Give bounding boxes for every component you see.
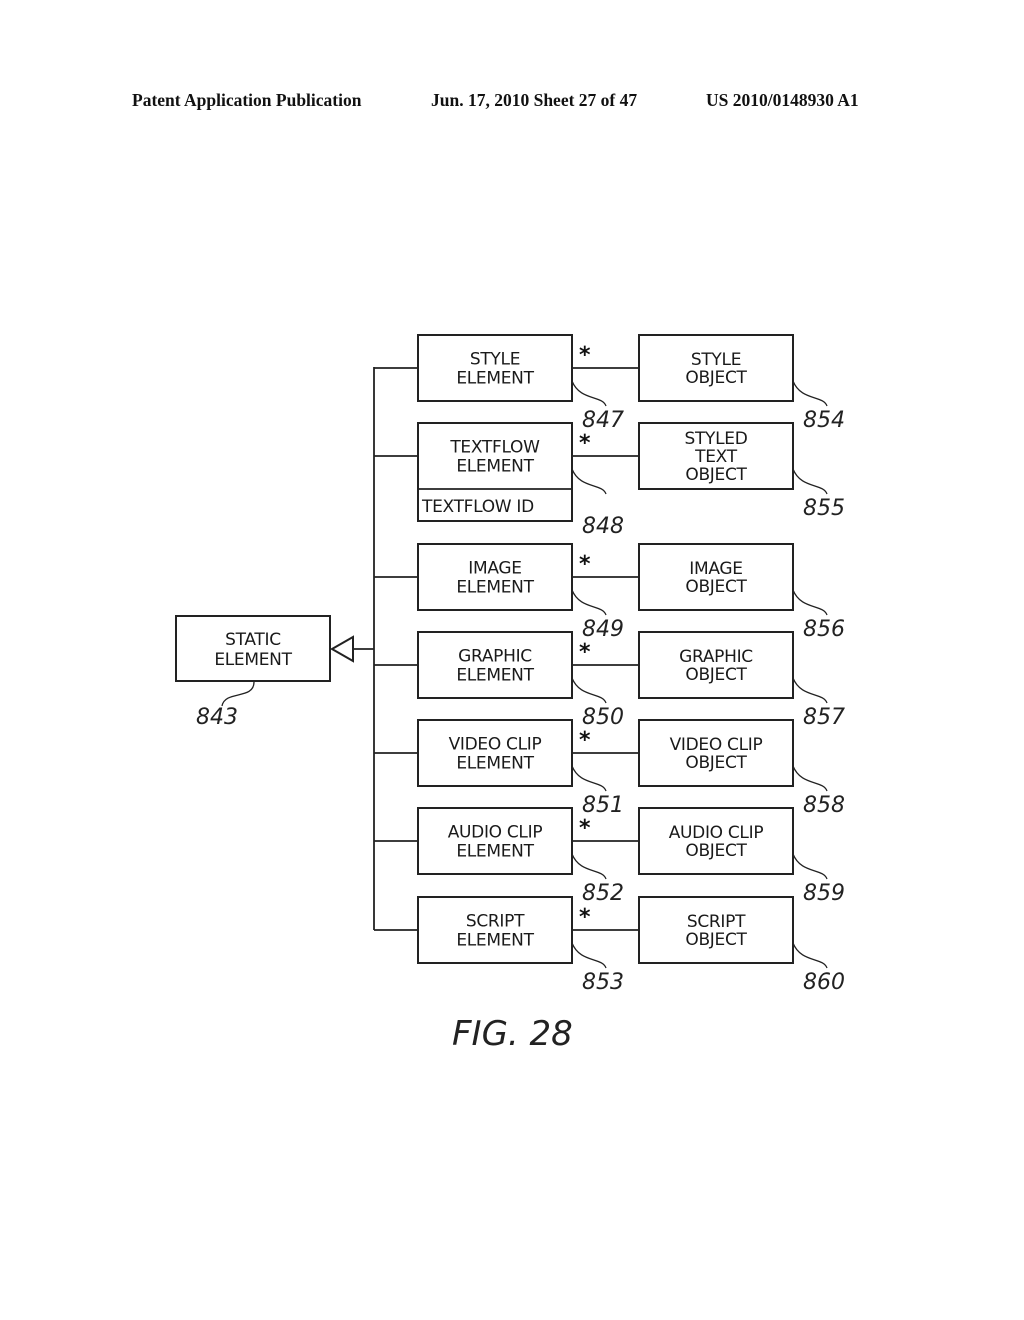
- ref-leader: [571, 853, 607, 880]
- element-label-line: ELEMENT: [456, 457, 534, 477]
- ref-leader: [792, 380, 828, 407]
- element-label-line: ELEMENT: [456, 666, 534, 686]
- object-ref-number: 857: [803, 705, 845, 730]
- object-ref-number: 855: [803, 496, 845, 521]
- static-element-label-line-1: STATIC: [225, 630, 281, 650]
- object-ref-number: 858: [803, 793, 845, 818]
- ref-leader: [571, 765, 607, 792]
- element-label-line: GRAPHIC: [458, 647, 532, 667]
- ref-leader: [792, 589, 828, 616]
- static-element-label-line-2: ELEMENT: [214, 650, 292, 670]
- ref-leader: [571, 589, 607, 616]
- multiplicity-marker: *: [579, 905, 591, 930]
- object-label-line: VIDEO CLIP: [670, 735, 763, 755]
- object-label-line: OBJECT: [685, 753, 747, 773]
- object-ref-number: 860: [803, 970, 845, 995]
- multiplicity-marker: *: [579, 552, 591, 577]
- row-1: TEXTFLOW ID TEXTFLOWELEMENT * STYLEDTEXTOBJ…: [374, 422, 845, 539]
- element-label-line: ELEMENT: [456, 931, 534, 951]
- element-ref-number: 852: [582, 881, 624, 906]
- ref-leader: [571, 468, 607, 495]
- object-label-line: OBJECT: [685, 577, 747, 597]
- ref-leader: [792, 677, 828, 704]
- element-label-line: AUDIO CLIP: [448, 823, 543, 843]
- element-label-line: ELEMENT: [456, 842, 534, 862]
- row-2: IMAGEELEMENT* IMAGEOBJECT849 856: [374, 543, 845, 642]
- multiplicity-marker: *: [579, 640, 591, 665]
- object-label-line: OBJECT: [685, 465, 747, 485]
- multiplicity-marker: *: [579, 816, 591, 841]
- object-ref-number: 859: [803, 881, 845, 906]
- element-label-line: STYLE: [470, 350, 520, 370]
- element-label-line: ELEMENT: [456, 369, 534, 389]
- object-label-line: IMAGE: [689, 559, 742, 579]
- element-ref-number: 850: [582, 705, 624, 730]
- object-label-line: OBJECT: [685, 930, 747, 950]
- object-label-line: OBJECT: [685, 841, 747, 861]
- element-attribute: TEXTFLOW ID: [421, 497, 534, 517]
- row-3: GRAPHICELEMENT* GRAPHICOBJECT850 857: [374, 631, 845, 730]
- row-0: STYLEELEMENT* STYLEOBJECT847 854: [374, 334, 845, 433]
- object-ref-number: 854: [803, 408, 845, 433]
- multiplicity-marker: *: [579, 431, 591, 456]
- element-label-line: VIDEO CLIP: [449, 735, 542, 755]
- object-ref-number: 856: [803, 617, 845, 642]
- object-label-line: STYLED: [684, 429, 747, 449]
- figure-caption: FIG. 28: [452, 1014, 573, 1054]
- class-diagram: STATIC ELEMENT 843 STYLEELEMENT* STYLEOBJ…: [175, 334, 845, 1054]
- multiplicity-marker: *: [579, 728, 591, 753]
- element-label-line: IMAGE: [468, 559, 521, 579]
- object-label-line: STYLE: [691, 350, 741, 370]
- object-label-line: SCRIPT: [687, 912, 746, 932]
- ref-leader: [792, 942, 828, 969]
- ref-leader: [792, 853, 828, 880]
- object-label-line: TEXT: [694, 447, 738, 467]
- row-4: VIDEO CLIPELEMENT* VIDEO CLIPOBJECT851 858: [374, 719, 845, 818]
- ref-leader: [792, 468, 828, 495]
- ref-leader: [571, 677, 607, 704]
- root-node: STATIC ELEMENT 843: [175, 615, 331, 730]
- ref-leader: [792, 765, 828, 792]
- element-label-line: ELEMENT: [456, 578, 534, 598]
- object-label-line: GRAPHIC: [679, 647, 753, 667]
- ref-leader: [571, 942, 607, 969]
- object-label-line: OBJECT: [685, 665, 747, 685]
- element-ref-number: 848: [582, 514, 624, 539]
- element-label-line: ELEMENT: [456, 754, 534, 774]
- element-label-line: TEXTFLOW: [449, 438, 540, 458]
- row-5: AUDIO CLIPELEMENT* AUDIO CLIPOBJECT852 859: [374, 807, 845, 906]
- object-label-line: OBJECT: [685, 368, 747, 388]
- element-ref-number: 849: [582, 617, 624, 642]
- element-label-line: SCRIPT: [466, 912, 525, 932]
- row-6: SCRIPTELEMENT* SCRIPTOBJECT853 860: [374, 896, 845, 995]
- ref-number-843: 843: [196, 705, 238, 730]
- element-ref-number: 851: [582, 793, 624, 818]
- ref-leader: [571, 380, 607, 407]
- element-ref-number: 853: [582, 970, 624, 995]
- multiplicity-marker: *: [579, 343, 591, 368]
- ref-leader-843: [221, 681, 255, 707]
- generalization-arrow-icon: [329, 635, 354, 663]
- object-label-line: AUDIO CLIP: [669, 823, 764, 843]
- element-ref-number: 847: [582, 408, 624, 433]
